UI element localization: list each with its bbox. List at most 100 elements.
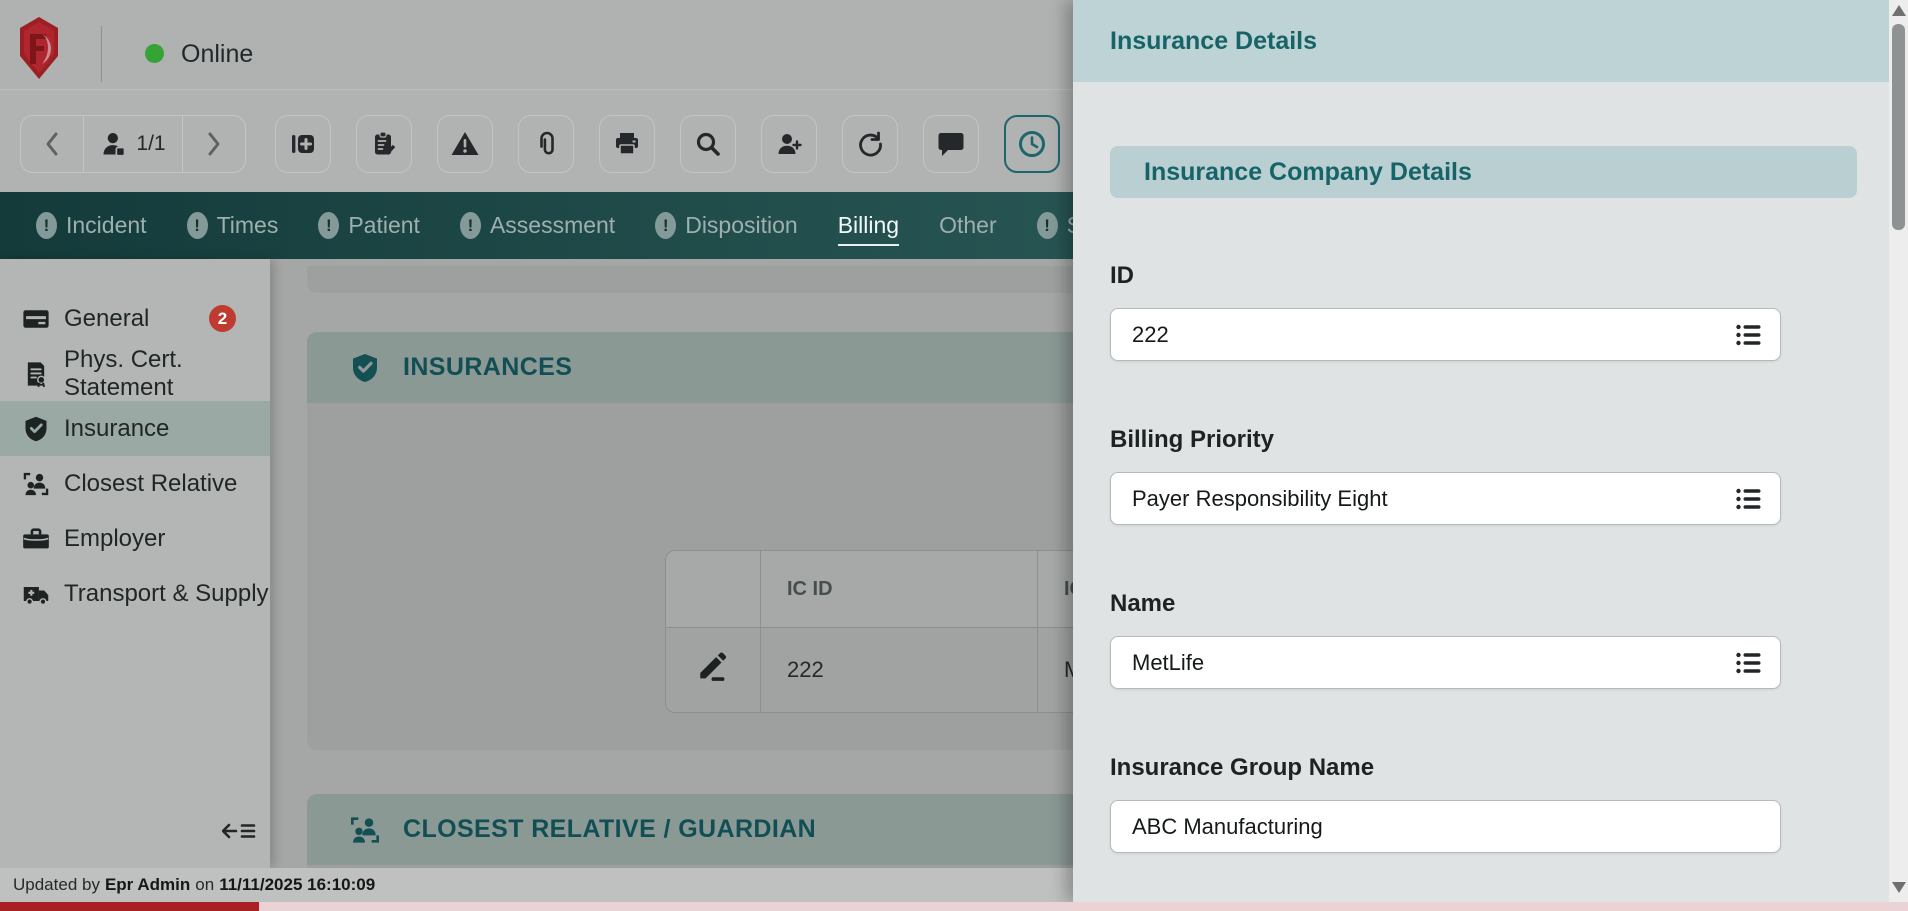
physician-cert-button[interactable] <box>356 115 412 173</box>
paperclip-icon <box>532 130 560 158</box>
sidebar-item-closest-relative[interactable]: Closest Relative <box>0 456 270 511</box>
tab-patient[interactable]: !Patient <box>318 212 420 239</box>
ambulance-icon <box>22 580 50 608</box>
insurance-details-panel: Insurance Details Insurance Company Deta… <box>1073 0 1889 902</box>
scroll-down-arrow-icon[interactable] <box>1892 882 1906 893</box>
sidebar-item-employer[interactable]: Employer <box>0 511 270 566</box>
alert-icon: ! <box>187 212 208 239</box>
status-middle: on <box>195 875 214 895</box>
app-logo-icon <box>16 16 62 80</box>
billing-sidebar: General 2 Phys. Cert. Statement Insuranc… <box>0 259 270 868</box>
warning-triangle-icon <box>450 130 480 158</box>
sync-icon <box>856 130 884 158</box>
sidebar-item-general[interactable]: General 2 <box>0 291 270 346</box>
record-navigation-group: 1/1 <box>20 115 246 173</box>
tab-assessment[interactable]: !Assessment <box>460 212 615 239</box>
toolbar-buttons <box>275 115 1060 173</box>
alert-count-badge: 2 <box>209 305 236 332</box>
divider <box>101 26 102 82</box>
field-name: Name MetLife <box>1110 590 1781 689</box>
field-value: 222 <box>1132 322 1734 348</box>
edit-pencil-icon <box>696 650 730 684</box>
alert-icon: ! <box>460 212 481 239</box>
lookup-list-icon[interactable] <box>1734 320 1764 350</box>
sidebar-item-label: Phys. Cert. Statement <box>64 346 270 402</box>
clipboard-check-icon <box>370 130 398 158</box>
bottom-progress-fill <box>0 902 259 911</box>
printer-icon <box>613 130 641 158</box>
lookup-list-icon[interactable] <box>1734 484 1764 514</box>
alert-icon: ! <box>655 212 676 239</box>
sidebar-collapse-button[interactable] <box>218 815 262 847</box>
record-counter: 1/1 <box>83 116 183 172</box>
scrollbar-thumb[interactable] <box>1892 24 1905 230</box>
insurance-group-name-input[interactable]: ABC Manufacturing <box>1110 800 1781 853</box>
sidebar-item-label: General <box>64 305 149 333</box>
clock-icon <box>1017 129 1047 159</box>
field-label: ID <box>1110 262 1781 290</box>
attachments-button[interactable] <box>518 115 574 173</box>
sidebar-item-insurance[interactable]: Insurance <box>0 401 270 456</box>
alert-icon: ! <box>1037 212 1058 239</box>
sidebar-item-transport-supply[interactable]: Transport & Supply <box>0 566 270 621</box>
field-insurance-group-name: Insurance Group Name ABC Manufacturing <box>1110 754 1781 853</box>
app-window: Online 1/1 <box>0 0 1908 911</box>
collapse-sidebar-icon <box>222 819 258 843</box>
tab-other[interactable]: Other <box>939 212 997 239</box>
times-button[interactable] <box>1004 115 1060 173</box>
sidebar-item-label: Closest Relative <box>64 470 237 498</box>
messages-button[interactable] <box>923 115 979 173</box>
family-icon <box>22 470 50 498</box>
alert-icon: ! <box>318 212 339 239</box>
field-value: Payer Responsibility Eight <box>1132 486 1734 512</box>
search-icon <box>694 130 722 158</box>
vertical-scrollbar[interactable] <box>1889 0 1908 902</box>
add-record-button[interactable] <box>275 115 331 173</box>
sidebar-item-phys-cert-statement[interactable]: Phys. Cert. Statement <box>0 346 270 401</box>
tab-billing[interactable]: Billing <box>838 212 899 239</box>
certificate-document-icon <box>22 360 50 388</box>
chevron-left-icon <box>42 131 62 157</box>
field-billing-priority: Billing Priority Payer Responsibility Ei… <box>1110 426 1781 525</box>
insurance-company-details-header: Insurance Company Details <box>1110 146 1857 198</box>
shield-check-icon <box>22 415 50 443</box>
briefcase-icon <box>22 525 50 553</box>
id-input[interactable]: 222 <box>1110 308 1781 361</box>
alerts-button[interactable] <box>437 115 493 173</box>
insurances-section-title: INSURANCES <box>403 353 572 382</box>
name-input[interactable]: MetLife <box>1110 636 1781 689</box>
panel-header: Insurance Details <box>1073 0 1889 82</box>
status-prefix: Updated by <box>13 875 100 895</box>
sidebar-item-label: Transport & Supply <box>64 580 269 608</box>
previous-record-button[interactable] <box>21 116 83 172</box>
sidebar-item-label: Insurance <box>64 415 169 443</box>
chat-bubble-icon <box>937 130 965 158</box>
tab-incident[interactable]: !Incident <box>36 212 147 239</box>
online-status-label: Online <box>181 40 253 69</box>
card-icon <box>22 305 50 333</box>
search-button[interactable] <box>680 115 736 173</box>
billing-priority-input[interactable]: Payer Responsibility Eight <box>1110 472 1781 525</box>
lookup-list-icon[interactable] <box>1734 648 1764 678</box>
edit-row-button[interactable] <box>665 627 760 713</box>
section-title: Insurance Company Details <box>1144 158 1472 187</box>
edit-column-header <box>665 550 760 627</box>
print-button[interactable] <box>599 115 655 173</box>
field-id: ID 222 <box>1110 262 1781 361</box>
sync-button[interactable] <box>842 115 898 173</box>
online-status-icon <box>145 44 164 63</box>
next-record-button[interactable] <box>182 116 245 172</box>
tab-times[interactable]: !Times <box>187 212 279 239</box>
status-timestamp: 11/11/2025 16:10:09 <box>219 875 375 895</box>
add-record-icon <box>289 130 317 158</box>
patient-icon <box>100 130 128 158</box>
chevron-right-icon <box>204 131 224 157</box>
status-user: Epr Admin <box>105 875 190 895</box>
shield-check-icon <box>349 352 381 384</box>
person-add-icon <box>775 130 803 158</box>
add-person-button[interactable] <box>761 115 817 173</box>
scroll-up-arrow-icon[interactable] <box>1892 5 1906 16</box>
column-header-ic-id: IC ID <box>760 550 1037 627</box>
field-label: Insurance Group Name <box>1110 754 1781 782</box>
tab-disposition[interactable]: !Disposition <box>655 212 798 239</box>
